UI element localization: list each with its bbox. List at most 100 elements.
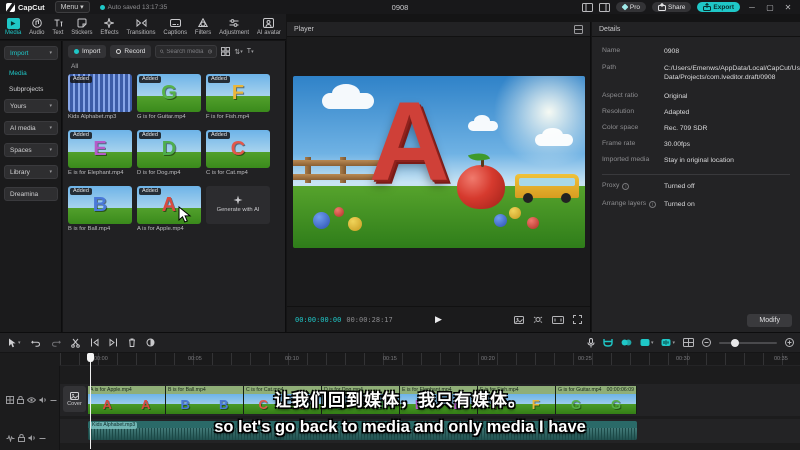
transitions-tab-icon xyxy=(136,18,147,29)
subtitle-chinese: 让我们回到媒体，我只有媒体。 xyxy=(274,391,526,410)
chevron-down-icon: ▾ xyxy=(49,50,52,56)
sidebar-item-spaces[interactable]: Spaces ▾ xyxy=(4,143,58,157)
timeline-ruler[interactable]: 00:00 00:05 00:10 00:15 00:20 00:25 00:3… xyxy=(60,353,800,366)
redo-icon[interactable] xyxy=(51,338,61,347)
media-item-d-dog[interactable]: D Added D is for Dog.mp4 xyxy=(137,130,201,176)
mask-icon[interactable] xyxy=(146,338,155,347)
sidebar-item-dreamina[interactable]: Dreamina xyxy=(4,187,58,201)
sparkle-icon xyxy=(233,195,243,205)
modify-button[interactable]: Modify xyxy=(747,314,792,327)
tab-transitions[interactable]: Transitions xyxy=(126,18,156,36)
voiceover-icon[interactable] xyxy=(587,337,595,348)
media-item-kids-alphabet[interactable]: Added Kids Alphabet.mp3 xyxy=(68,74,132,120)
filter-type-icon[interactable]: T ▾ xyxy=(247,48,254,55)
delete-icon[interactable] xyxy=(128,338,136,347)
select-tool-icon[interactable]: ▾ xyxy=(8,338,21,348)
sidebar-item-import[interactable]: Import ▾ xyxy=(4,46,58,60)
tab-effects[interactable]: Effects xyxy=(100,18,119,36)
tab-adjustment[interactable]: Adjustment xyxy=(219,18,249,36)
info-icon: i xyxy=(649,201,657,208)
search-input[interactable] xyxy=(166,48,207,55)
detail-path-value: C:/Users/Emenws/AppData/Local/CapCut/Use… xyxy=(664,65,800,82)
import-button[interactable]: Import xyxy=(68,45,107,58)
search-box[interactable] xyxy=(155,45,218,58)
tab-audio[interactable]: Audio xyxy=(29,18,45,36)
link-toggle-icon[interactable] xyxy=(621,338,632,347)
chevron-down-icon: ▾ xyxy=(49,147,52,153)
effects-tab-icon xyxy=(104,18,115,29)
sidebar-item-subprojects[interactable]: Subprojects xyxy=(9,86,43,93)
keyframe-grid-icon[interactable] xyxy=(683,338,694,347)
sidebar-item-library[interactable]: Library ▾ xyxy=(4,165,58,179)
minimize-button[interactable]: ─ xyxy=(746,3,758,12)
chevron-down-icon: ▾ xyxy=(49,103,52,109)
trim-left-icon[interactable] xyxy=(90,338,99,347)
detail-framerate-value[interactable]: 30.00fps xyxy=(664,140,790,149)
maximize-button[interactable]: ▢ xyxy=(764,3,776,12)
sidebar-item-yours[interactable]: Yours ▾ xyxy=(4,99,58,113)
generate-with-ai-button[interactable]: Generate with AI xyxy=(206,186,270,224)
snap-toggle-icon[interactable] xyxy=(603,338,613,347)
added-badge: Added xyxy=(70,132,92,139)
audio-levels-toggle-icon[interactable]: ▾ xyxy=(661,338,675,347)
added-badge: Added xyxy=(70,188,92,195)
details-panel-title: Details xyxy=(599,25,621,33)
info-icon: i xyxy=(622,183,630,190)
undo-icon[interactable] xyxy=(30,338,41,347)
detail-aspect-value[interactable]: Original xyxy=(664,92,790,101)
layout-toggle-2-icon[interactable] xyxy=(598,2,610,12)
tab-captions[interactable]: Captions xyxy=(163,18,187,36)
fullscreen-icon[interactable] xyxy=(573,315,582,324)
media-tab-bar: ▶ Media Audio Text Stickers Effects Tran… xyxy=(0,14,286,40)
detail-imported-value[interactable]: Stay in original location xyxy=(664,156,790,165)
tab-ai-avatar[interactable]: AI avatar xyxy=(257,18,281,36)
timeline-zoom-slider[interactable] xyxy=(719,338,777,347)
export-button[interactable]: Export xyxy=(697,2,740,12)
tab-filters[interactable]: Filters xyxy=(195,18,211,36)
pro-button[interactable]: Pro xyxy=(615,2,647,12)
record-button[interactable]: Record xyxy=(110,45,152,58)
trim-right-icon[interactable] xyxy=(109,338,118,347)
added-badge: Added xyxy=(208,132,230,139)
layout-toggle-icon[interactable] xyxy=(581,2,593,12)
zoom-in-icon[interactable] xyxy=(785,338,794,347)
split-icon[interactable] xyxy=(70,338,80,348)
filters-tab-icon xyxy=(198,18,209,29)
menu-button[interactable]: Menu ▾ xyxy=(54,1,90,13)
text-tab-icon xyxy=(53,18,63,29)
close-button[interactable]: ✕ xyxy=(782,3,794,12)
chevron-down-icon: ▾ xyxy=(49,125,52,131)
tab-text[interactable]: Text xyxy=(52,18,63,36)
fit-view-icon[interactable] xyxy=(533,315,543,324)
ratio-icon[interactable] xyxy=(552,315,564,324)
sidebar-item-ai-media[interactable]: AI media ▾ xyxy=(4,121,58,135)
tab-stickers[interactable]: Stickers xyxy=(71,18,93,36)
search-history-icon[interactable] xyxy=(208,48,213,55)
video-preview[interactable]: A xyxy=(293,76,585,248)
player-options-icon[interactable] xyxy=(574,24,583,34)
play-button[interactable]: ▶ xyxy=(435,314,442,325)
media-item-b-ball[interactable]: B Added B is for Ball.mp4 xyxy=(68,186,132,232)
media-item-e-elephant[interactable]: E Added E is for Elephant.mp4 xyxy=(68,130,132,176)
media-item-c-cat[interactable]: C Added C is for Cat.mp4 xyxy=(206,130,270,176)
view-toggle-icon[interactable] xyxy=(221,47,231,56)
media-item-f-fish[interactable]: F Added F is for Fish.mp4 xyxy=(206,74,270,120)
detail-colorspace-value[interactable]: Rec. 709 SDR xyxy=(664,124,790,133)
zoom-slider-knob[interactable] xyxy=(731,338,739,347)
arrange-layers-value[interactable]: Turned on xyxy=(664,200,790,209)
filter-all-label[interactable]: All xyxy=(71,63,78,70)
proxy-toggle-value[interactable]: Turned off xyxy=(664,182,790,191)
preview-axis-toggle-icon[interactable]: ▾ xyxy=(640,338,653,347)
added-badge: Added xyxy=(70,76,92,83)
zoom-out-icon[interactable] xyxy=(702,338,711,347)
quality-icon[interactable] xyxy=(514,315,524,324)
share-button[interactable]: Share xyxy=(652,2,692,12)
subtitle-english: so let's go back to media and only media… xyxy=(214,418,586,436)
current-timecode: 00:00:00:00 xyxy=(295,315,342,324)
media-item-g-guitar[interactable]: G Added G is for Guitar.mp4 xyxy=(137,74,201,120)
detail-resolution-value[interactable]: Adapted xyxy=(664,108,790,117)
sidebar-item-media[interactable]: Media xyxy=(9,70,27,77)
tab-media[interactable]: ▶ Media xyxy=(5,17,21,36)
export-icon xyxy=(703,3,712,11)
sort-icon[interactable]: ⇅ ▾ xyxy=(234,48,242,56)
